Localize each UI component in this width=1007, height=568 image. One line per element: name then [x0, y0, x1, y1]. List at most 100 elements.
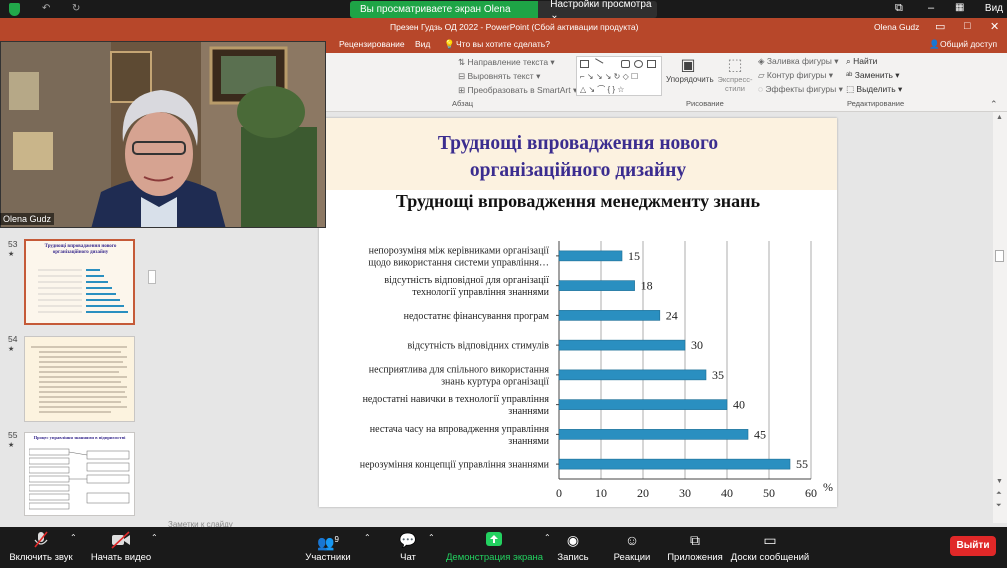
bar — [558, 250, 623, 262]
shape-fill-button[interactable]: ◈ Заливка фигуры ▾ — [758, 56, 838, 67]
participants-count: 9 — [334, 535, 339, 544]
slide-title-line-1: Труднощі впровадження нового — [437, 133, 719, 154]
rounded-rect-shape-icon[interactable] — [621, 60, 630, 68]
current-slide[interactable]: Труднощі впровадження нового організацій… — [319, 118, 837, 507]
data-label: 18 — [641, 279, 653, 293]
data-label: 24 — [666, 308, 678, 322]
record-button[interactable]: ◉ Запись — [555, 531, 591, 563]
apps-button[interactable]: ⧉ Приложения — [665, 531, 725, 563]
find-button[interactable]: ⌕ Найти — [846, 56, 877, 67]
oval-shape-icon[interactable] — [634, 60, 643, 68]
zoom-top-bar: ↶ ↻ Вы просматриваете экран Olena Gudz Н… — [0, 0, 1007, 32]
unit-label: % — [823, 480, 833, 494]
leave-button[interactable]: Выйти — [950, 536, 996, 556]
participant-name-label: Olena Gudz — [0, 213, 55, 225]
text-direction-button[interactable]: ⇅ Направление текста ▾ — [458, 57, 555, 68]
category-label: недостатні навички в технології управлін… — [363, 394, 550, 405]
data-label: 30 — [691, 338, 703, 352]
apps-icon: ⧉ — [690, 532, 700, 548]
rectangle-shape-icon[interactable] — [580, 60, 589, 68]
window-title: Презен Гудзь ОД 2022 - PowerPoint (Сбой … — [390, 22, 639, 32]
arrange-button[interactable]: ▣ Упорядочить — [666, 55, 714, 95]
chat-caret-icon[interactable]: ⌃ — [428, 533, 435, 542]
category-label: щодо використання системи управління… — [368, 257, 549, 268]
collapse-ribbon-icon[interactable]: ⌃ — [990, 99, 998, 110]
category-label: нестача часу на впровадження управління — [370, 424, 550, 435]
category-label: непорозуміня між керівниками організації — [369, 245, 550, 256]
shape-effects-button[interactable]: ◌ Эффекты фигуры ▾ — [758, 84, 843, 95]
shapes-gallery[interactable]: ⌐ ↘ ↘ ↘ ↻ ◇ ☐ △ ↘ ⌒ { } ☆ — [576, 56, 662, 96]
pane-splitter[interactable] — [148, 270, 156, 284]
video-options-caret-icon[interactable]: ⌃ — [151, 533, 158, 542]
mute-button[interactable]: Включить звук — [6, 531, 76, 563]
next-slide-icon[interactable]: ⏷ — [996, 502, 1002, 510]
vertical-scrollbar[interactable]: ▲ ▼ ⏶ ⏷ — [993, 112, 1007, 523]
curve-shapes-icon[interactable]: △ ↘ ⌒ { } ☆ — [580, 84, 624, 95]
share-button[interactable]: Общий доступ — [940, 39, 997, 49]
star-icon: ★ — [8, 251, 15, 258]
paragraph-group-label: Абзац — [452, 99, 474, 108]
align-text-button[interactable]: ⊟ Выровнять текст ▾ — [458, 71, 540, 82]
thumbnail-slide-55[interactable]: Процес управління знаннями в підприємств… — [24, 432, 135, 516]
thumb-number: 54 — [8, 334, 18, 344]
tab-review[interactable]: Рецензирование — [339, 39, 405, 49]
maximize-icon[interactable]: □ — [964, 20, 971, 32]
bar — [558, 280, 635, 291]
category-label: відсутність відповідної для організації — [384, 275, 549, 286]
replace-button[interactable]: ᵃᵇ Заменить ▾ — [846, 70, 900, 81]
tell-me-search[interactable]: Что вы хотите сделать? — [456, 39, 550, 49]
scroll-down-icon[interactable]: ▼ — [996, 478, 1003, 485]
slide-title-line-2: організаційного дизайну — [469, 160, 687, 181]
scroll-up-icon[interactable]: ▲ — [996, 114, 1003, 121]
reactions-icon: ☺ — [624, 532, 640, 548]
category-label: несприятлива для спільного використання — [369, 364, 550, 375]
square-shape-icon[interactable] — [647, 60, 656, 68]
prev-slide-icon[interactable]: ⏶ — [996, 490, 1002, 498]
grid-view-icon[interactable]: ▦ — [955, 2, 964, 13]
smartart-button[interactable]: ⊞ Преобразовать в SmartArt ▾ — [458, 85, 577, 96]
participants-caret-icon[interactable]: ⌃ — [364, 533, 371, 542]
category-label: знаннями — [508, 436, 549, 447]
line-shape-icon[interactable] — [591, 58, 604, 70]
star-icon: ★ — [8, 442, 15, 449]
security-shield-icon[interactable] — [9, 3, 20, 16]
share-window-icon[interactable]: ⧉ — [895, 2, 903, 15]
zoom-control-bar: Включить звук Начать видео ⌃ ⌃ 👥9 Участн… — [0, 527, 1007, 568]
thumbnail-slide-54[interactable] — [24, 336, 135, 422]
minimize-icon[interactable]: – — [928, 2, 934, 14]
chat-icon: 💬 — [399, 532, 417, 548]
scroll-thumb[interactable] — [995, 250, 1004, 262]
reactions-button[interactable]: ☺ Реакции — [609, 531, 655, 563]
audio-options-caret-icon[interactable]: ⌃ — [70, 533, 77, 542]
select-button[interactable]: ⬚ Выделить ▾ — [846, 84, 902, 95]
category-label: технології управління знаннями — [412, 287, 549, 298]
x-tick-label: 0 — [556, 486, 562, 500]
bar — [558, 429, 749, 440]
whiteboards-button[interactable]: ▭ Доски сообщений — [730, 531, 810, 563]
share-caret-icon[interactable]: ⌃ — [544, 533, 551, 542]
tab-view[interactable]: Вид — [415, 39, 430, 49]
user-name[interactable]: Olena Gudz — [874, 22, 919, 32]
x-tick-label: 30 — [679, 486, 691, 500]
data-label: 15 — [628, 249, 640, 263]
participant-video[interactable] — [0, 41, 326, 228]
x-tick-label: 50 — [763, 486, 775, 500]
view-button[interactable]: Вид — [985, 3, 1003, 14]
x-tick-label: 60 — [805, 486, 817, 500]
video-button[interactable]: Начать видео — [87, 531, 155, 563]
x-tick-label: 10 — [595, 486, 607, 500]
video-frame — [1, 42, 325, 227]
redo-icon[interactable]: ↻ — [72, 3, 80, 14]
restore-icon[interactable]: ▭ — [935, 20, 945, 33]
undo-icon[interactable]: ↶ — [42, 3, 50, 14]
quick-styles-button[interactable]: ⬚ Экспресс-стили — [714, 55, 756, 95]
thumb-title: Труднощі впровадження нового організацій… — [44, 244, 117, 255]
chat-button[interactable]: 💬 Чат — [390, 531, 426, 563]
thumbnail-slide-53[interactable]: Труднощі впровадження нового організацій… — [24, 239, 135, 325]
participants-button[interactable]: 👥9 Участники — [300, 531, 356, 563]
close-icon[interactable]: ✕ — [990, 20, 999, 33]
shape-outline-button[interactable]: ▱ Контур фигуры ▾ — [758, 70, 833, 81]
ppt-title-bar: Презен Гудзь ОД 2022 - PowerPoint (Сбой … — [0, 18, 1007, 36]
share-screen-button[interactable]: Демонстрация экрана — [446, 531, 543, 563]
arrow-shapes-icon[interactable]: ⌐ ↘ ↘ ↘ ↻ ◇ ☐ — [580, 72, 638, 81]
